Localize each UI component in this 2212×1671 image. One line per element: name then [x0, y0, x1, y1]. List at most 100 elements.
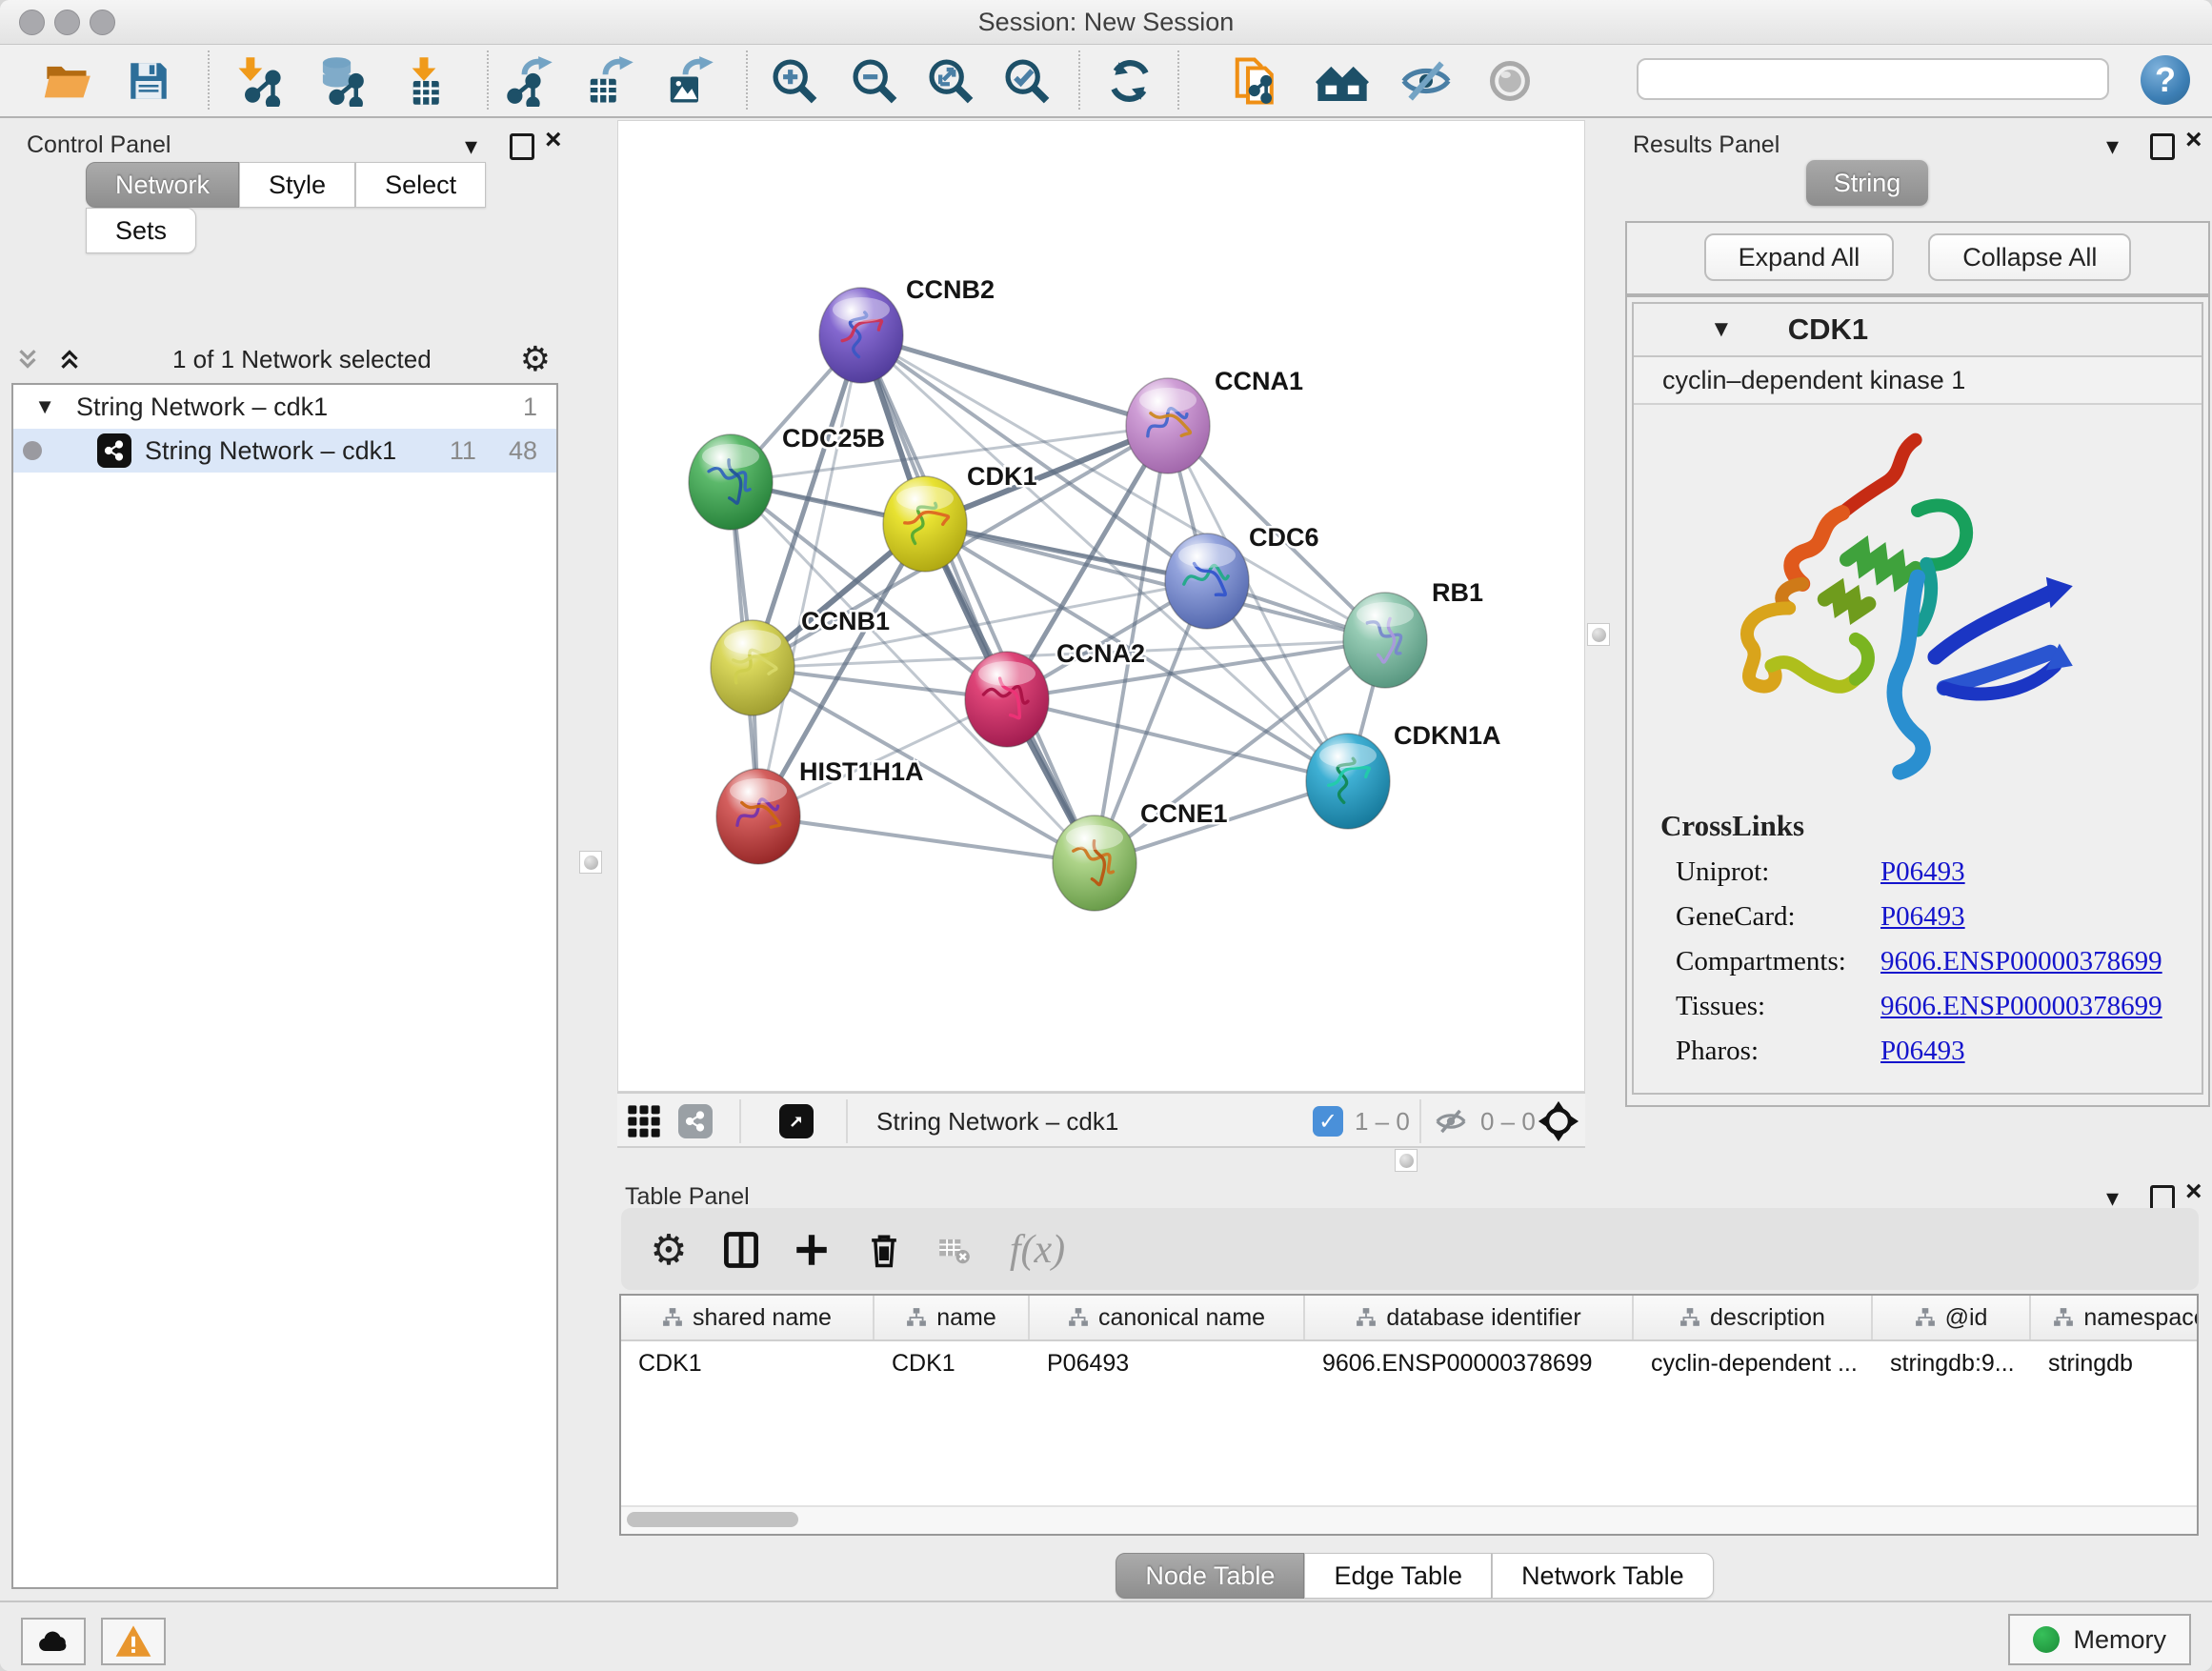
- tab-style[interactable]: Style: [239, 162, 355, 208]
- string-network-icon: [97, 433, 131, 468]
- expand-all-icon[interactable]: [55, 345, 84, 373]
- birds-eye-grid-button[interactable]: [625, 1101, 663, 1141]
- show-columns-button[interactable]: [714, 1223, 768, 1277]
- network-collection-row[interactable]: ▼ String Network – cdk1 1: [13, 385, 556, 429]
- network-type-button[interactable]: [678, 1101, 713, 1141]
- column-header-namespace[interactable]: namespace: [2031, 1296, 2199, 1339]
- panel-menu-icon[interactable]: ▾: [2106, 133, 2119, 158]
- share-network-document-button[interactable]: [1229, 53, 1284, 109]
- table-cell[interactable]: CDK1: [875, 1341, 1030, 1385]
- table-row[interactable]: CDK1CDK1P064939606.ENSP00000378699cyclin…: [621, 1341, 2197, 1385]
- refresh-button[interactable]: [1102, 53, 1157, 109]
- horizontal-scrollbar[interactable]: [621, 1505, 2197, 1534]
- gear-icon[interactable]: ⚙: [520, 339, 551, 379]
- checkbox-icon[interactable]: ✓: [1313, 1106, 1343, 1137]
- column-header-canonical-name[interactable]: canonical name: [1030, 1296, 1305, 1339]
- import-database-icon: [315, 55, 367, 107]
- collapse-entry-icon[interactable]: ▼: [1710, 316, 1733, 343]
- tab-node-table[interactable]: Node Table: [1116, 1553, 1304, 1599]
- network-node-HIST1H1A[interactable]: HIST1H1A: [716, 757, 924, 864]
- tab-network-table[interactable]: Network Table: [1492, 1553, 1714, 1599]
- network-node-CCNA1[interactable]: CCNA1: [1126, 367, 1303, 473]
- collapse-all-button[interactable]: Collapse All: [1928, 233, 2131, 281]
- splitter-handle[interactable]: [1587, 623, 1610, 646]
- splitter-handle[interactable]: [1395, 1149, 1418, 1172]
- table-cell[interactable]: cyclin-dependent ...: [1634, 1341, 1873, 1385]
- eye-slash-icon: [1399, 54, 1453, 108]
- export-image-button[interactable]: [662, 53, 717, 109]
- export-table-button[interactable]: [582, 53, 637, 109]
- tab-sets[interactable]: Sets: [86, 208, 196, 253]
- table-cell[interactable]: P06493: [1030, 1341, 1305, 1385]
- panel-float-icon[interactable]: [510, 133, 534, 165]
- network-edge-CCNB2-CCNA1[interactable]: [861, 335, 1168, 426]
- fit-selected-button[interactable]: [1538, 1101, 1579, 1141]
- import-network-from-database-button[interactable]: [313, 53, 369, 109]
- tab-string[interactable]: String: [1806, 160, 1928, 206]
- panel-menu-icon[interactable]: ▾: [2106, 1185, 2119, 1210]
- network-edge-CCNB2-HIST1H1A[interactable]: [758, 335, 861, 816]
- table-cell[interactable]: stringdb:9...: [1873, 1341, 2031, 1385]
- panel-close-icon[interactable]: ×: [545, 128, 562, 152]
- panel-menu-icon[interactable]: ▾: [465, 133, 477, 158]
- column-header-shared-name[interactable]: shared name: [621, 1296, 875, 1339]
- network-node-CDC25B[interactable]: CDC25B: [689, 424, 885, 530]
- panel-float-icon[interactable]: [2150, 133, 2175, 165]
- open-session-button[interactable]: [40, 53, 95, 109]
- tree-caret-icon[interactable]: ▼: [13, 394, 55, 419]
- cloud-icon: [34, 1622, 72, 1661]
- zoom-in-button[interactable]: [767, 53, 822, 109]
- memory-button[interactable]: Memory: [2008, 1614, 2191, 1665]
- zoom-fit-button[interactable]: [923, 53, 978, 109]
- column-header-database-identifier[interactable]: database identifier: [1305, 1296, 1634, 1339]
- open-in-window-button[interactable]: [779, 1101, 814, 1141]
- save-session-button[interactable]: [121, 53, 176, 109]
- hide-selected-button[interactable]: [1398, 53, 1454, 109]
- delete-column-button[interactable]: [857, 1223, 911, 1277]
- gene-header-row[interactable]: ▼ CDK1: [1634, 304, 2202, 357]
- network-edge-HIST1H1A-CCNE1[interactable]: [758, 816, 1095, 863]
- network-graph[interactable]: CCNB2CCNA1CDC25BCDK1CDC6RB1CCNB1CCNA2CDK…: [618, 121, 1584, 1091]
- table-tabs: Node TableEdge TableNetwork Table: [617, 1553, 2212, 1599]
- network-node-CDC6[interactable]: CDC6: [1165, 523, 1319, 629]
- global-search-input[interactable]: [1637, 58, 2109, 100]
- help-button[interactable]: ?: [2141, 55, 2190, 105]
- column-header-name[interactable]: name: [875, 1296, 1030, 1339]
- splitter-handle[interactable]: [579, 851, 602, 874]
- crosslink-value[interactable]: P06493: [1880, 1036, 1965, 1067]
- table-cell[interactable]: stringdb: [2031, 1341, 2199, 1385]
- crosslink-value[interactable]: P06493: [1880, 901, 1965, 933]
- network-node-CDKN1A[interactable]: CDKN1A: [1306, 721, 1501, 829]
- tab-edge-table[interactable]: Edge Table: [1304, 1553, 1492, 1599]
- show-all-networks-button[interactable]: [1315, 53, 1370, 109]
- export-network-button[interactable]: [501, 53, 556, 109]
- crosslink-value[interactable]: 9606.ENSP00000378699: [1880, 991, 2162, 1022]
- import-network-file-button[interactable]: [232, 53, 288, 109]
- import-table-file-button[interactable]: [396, 53, 452, 109]
- panel-close-icon[interactable]: ×: [2185, 128, 2202, 152]
- tab-network[interactable]: Network: [86, 162, 239, 208]
- network-row-selected[interactable]: String Network – cdk1 11 48: [13, 429, 556, 473]
- network-node-CCNE1[interactable]: CCNE1: [1053, 799, 1228, 911]
- crosslink-value[interactable]: P06493: [1880, 856, 1965, 888]
- warnings-button[interactable]: [101, 1618, 166, 1665]
- table-cell[interactable]: 9606.ENSP00000378699: [1305, 1341, 1634, 1385]
- show-hidden-button[interactable]: [1482, 53, 1538, 109]
- table-cell[interactable]: CDK1: [621, 1341, 875, 1385]
- expand-all-button[interactable]: Expand All: [1704, 233, 1895, 281]
- zoom-selected-button[interactable]: [999, 53, 1055, 109]
- network-node-RB1[interactable]: RB1: [1343, 578, 1483, 688]
- zoom-out-button[interactable]: [847, 53, 902, 109]
- table-gear-button[interactable]: ⚙: [642, 1223, 695, 1277]
- create-column-button[interactable]: [785, 1223, 838, 1277]
- tab-select[interactable]: Select: [355, 162, 486, 208]
- panel-close-icon[interactable]: ×: [2185, 1179, 2202, 1204]
- column-header-@id[interactable]: @id: [1873, 1296, 2031, 1339]
- network-canvas[interactable]: CCNB2CCNA1CDC25BCDK1CDC6RB1CCNB1CCNA2CDK…: [617, 120, 1585, 1092]
- crosslink-value[interactable]: 9606.ENSP00000378699: [1880, 946, 2162, 977]
- cloud-button[interactable]: [21, 1618, 86, 1665]
- column-header-description[interactable]: description: [1634, 1296, 1873, 1339]
- scrollbar-thumb[interactable]: [627, 1512, 798, 1527]
- collapse-all-icon[interactable]: [13, 345, 42, 373]
- crosslink-label: Pharos:: [1676, 1036, 1880, 1067]
